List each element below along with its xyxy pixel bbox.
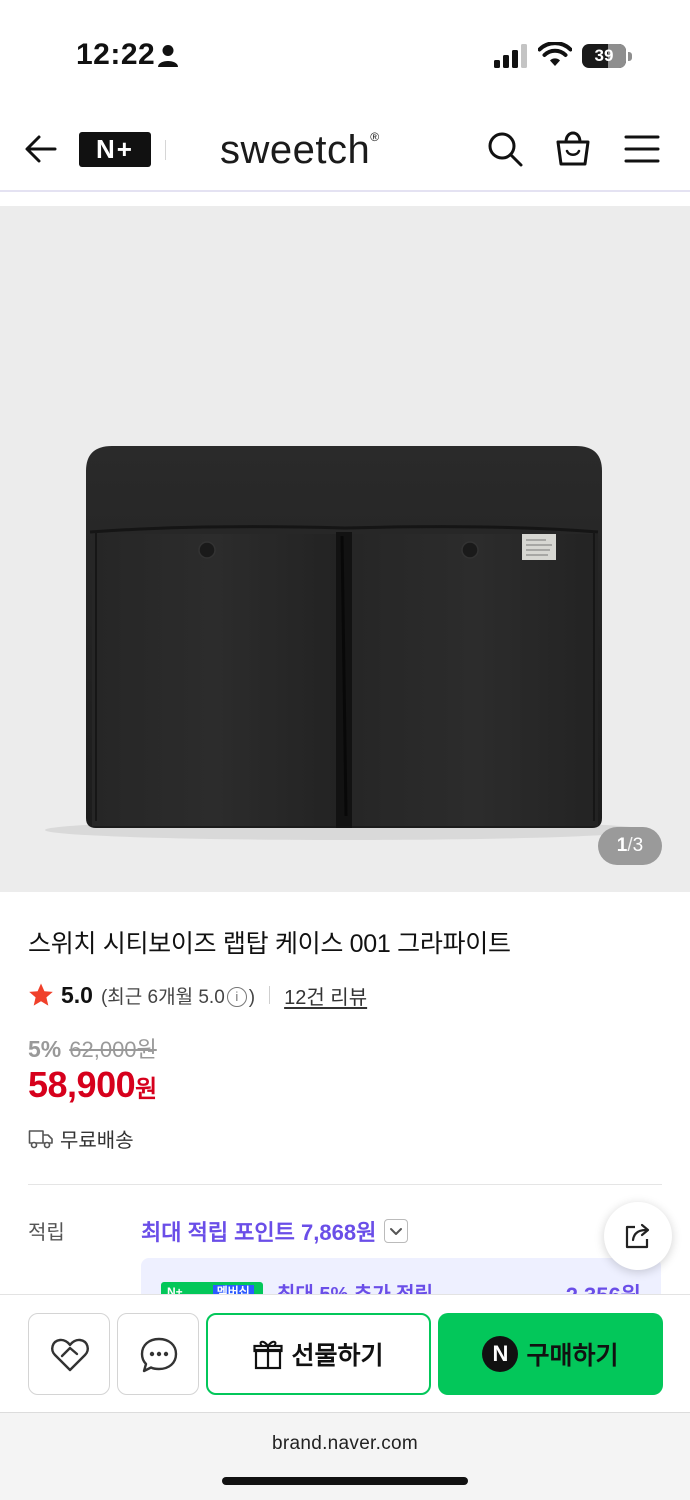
image-page-counter: 1/3 — [598, 827, 662, 865]
wishlist-button[interactable] — [28, 1313, 110, 1395]
share-icon — [625, 1223, 650, 1249]
sale-price-value: 58,900 — [28, 1064, 136, 1105]
gift-button[interactable]: 선물하기 — [206, 1313, 431, 1395]
naver-pay-icon: N — [482, 1336, 519, 1372]
person-icon — [158, 45, 178, 67]
image-counter-separator: / — [627, 835, 633, 856]
top-navigation: N+ sweetch® — [0, 100, 690, 192]
naver-plus-badge[interactable]: N+ — [79, 132, 151, 167]
home-indicator[interactable] — [222, 1477, 468, 1485]
header-divider — [165, 140, 166, 160]
rating-score: 5.0 — [61, 981, 93, 1008]
page-url[interactable]: brand.naver.com — [0, 1433, 690, 1455]
shopping-bag-icon[interactable] — [554, 128, 592, 168]
rating-row: 5.0 (최근 6개월 5.0 i) 12건 리뷰 — [28, 980, 367, 1010]
review-count-link[interactable]: 12건 리뷰 — [284, 981, 367, 1010]
back-arrow-icon[interactable] — [22, 130, 60, 168]
image-total-count: 3 — [632, 835, 644, 856]
star-icon — [29, 983, 53, 1006]
shipping-info: 무료배송 — [60, 1130, 134, 1152]
max-points-text: 최대 적립 포인트 7,868원 — [141, 1220, 377, 1245]
gift-icon — [253, 1340, 284, 1370]
buy-button[interactable]: N 구매하기 — [438, 1313, 663, 1395]
product-title: 스위치 시티보이즈 랩탑 케이스 001 그라파이트 — [28, 930, 511, 958]
search-icon[interactable] — [486, 130, 524, 168]
brand-logo[interactable]: sweetch® — [220, 128, 380, 173]
browser-address-bar[interactable]: brand.naver.com — [0, 1412, 690, 1500]
points-label: 적립 — [28, 1222, 65, 1244]
membership-points-box: N+ 멤버십 최대 5% 추가 적립 2,356원 — [141, 1258, 661, 1298]
product-image-gallery[interactable] — [0, 206, 690, 892]
status-bar: 12:22 39 — [0, 0, 690, 100]
talk-chat-button[interactable] — [117, 1313, 199, 1395]
bottom-action-bar: 선물하기 N 구매하기 — [0, 1294, 690, 1412]
rating-recent-suffix: ) — [248, 986, 256, 1008]
rating-recent-prefix: (최근 6개월 5.0 — [100, 986, 225, 1008]
registered-mark: ® — [370, 130, 380, 144]
original-price: 62,000원 — [69, 1037, 157, 1062]
brand-name: sweetch — [220, 128, 371, 172]
max-points-toggle[interactable]: 최대 적립 포인트 7,868원 — [141, 1215, 409, 1247]
chat-bubble-icon — [140, 1337, 178, 1373]
wifi-icon — [538, 42, 572, 66]
info-icon[interactable]: i — [226, 987, 247, 1008]
sale-price: 58,900원 — [28, 1064, 157, 1106]
rating-divider — [269, 986, 271, 1004]
battery-icon: 39 — [582, 44, 632, 68]
image-current-index: 1 — [616, 835, 628, 856]
buy-label: 구매하기 — [526, 1342, 619, 1370]
shipping-row: 무료배송 — [28, 1124, 134, 1153]
rating-recent-period: (최근 6개월 5.0 i) — [101, 982, 255, 1009]
discount-rate: 5% — [28, 1036, 62, 1062]
chevron-down-icon[interactable] — [384, 1219, 409, 1243]
heart-icon — [51, 1338, 89, 1372]
gift-label: 선물하기 — [291, 1342, 384, 1370]
hamburger-menu-icon[interactable] — [624, 134, 660, 164]
discount-row: 5% 62,000원 — [28, 1032, 157, 1064]
status-time: 12:22 — [76, 38, 156, 71]
share-button[interactable] — [604, 1202, 672, 1270]
laptop-case-image — [45, 446, 645, 840]
delivery-truck-icon — [28, 1129, 53, 1148]
section-divider — [28, 1184, 662, 1185]
cellular-signal-icon — [494, 44, 527, 68]
sale-price-currency: 원 — [135, 1076, 158, 1103]
battery-level: 39 — [594, 46, 614, 65]
